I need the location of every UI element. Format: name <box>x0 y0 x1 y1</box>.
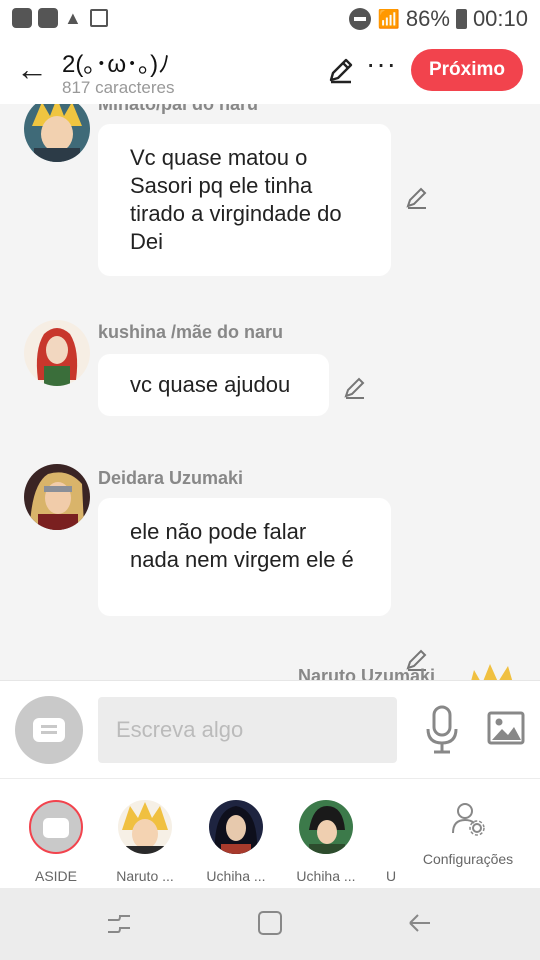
character-name: Minato/pai do naru <box>98 104 258 114</box>
character-label: Uchiha ... <box>296 868 356 884</box>
avatar[interactable] <box>24 104 90 162</box>
more-options-icon[interactable]: ··· <box>366 50 396 84</box>
character-option[interactable]: Uchiha ... <box>200 797 272 884</box>
character-option[interactable]: Naruto ... <box>109 797 181 884</box>
message-bubble[interactable]: ele não pode falar nada nem virgem ele é <box>98 498 391 616</box>
character-label: Naruto ... <box>116 868 174 884</box>
message-bubble[interactable]: Vc quase matou o Sasori pq ele tinha tir… <box>98 124 391 276</box>
character-option[interactable]: U <box>376 797 406 884</box>
battery-percent: 86% <box>405 6 450 31</box>
edit-pencil-icon[interactable] <box>326 55 356 85</box>
message-input[interactable] <box>98 697 397 763</box>
image-icon[interactable] <box>487 711 525 745</box>
avatar <box>118 800 172 854</box>
app-notification-icon <box>12 8 32 28</box>
settings-label: Configurações <box>422 851 514 867</box>
clock: 00:10 <box>472 6 528 31</box>
character-name: Deidara Uzumaki <box>98 468 244 488</box>
avatar[interactable] <box>24 464 90 530</box>
chat-bubble-icon <box>43 818 69 838</box>
avatar <box>209 800 263 854</box>
status-bar: ▲ 📶 86% 00:10 <box>0 0 540 38</box>
character-name: Naruto Uzumaki <box>298 666 436 680</box>
edit-pencil-icon[interactable] <box>342 374 368 400</box>
character-label: Uchiha ... <box>206 868 266 884</box>
chat-bubble-icon <box>33 718 65 742</box>
do-not-disturb-icon <box>349 8 372 30</box>
back-arrow-icon[interactable]: ← <box>14 52 50 88</box>
aside-avatar <box>29 800 83 854</box>
header: ← 2(｡･ω･｡)ﾉ 817 caracteres ··· Próximo <box>0 38 540 104</box>
next-button[interactable]: Próximo <box>411 49 523 91</box>
battery-icon <box>455 9 467 29</box>
edit-pencil-icon[interactable] <box>404 184 430 210</box>
character-name: kushina /mãe do naru <box>98 322 284 342</box>
back-icon[interactable] <box>406 908 436 938</box>
recent-apps-icon[interactable] <box>104 908 134 938</box>
avatar[interactable] <box>24 320 90 386</box>
warning-icon: ▲ <box>64 8 82 28</box>
user-settings-icon <box>452 803 485 836</box>
settings-button[interactable]: Configurações <box>418 801 518 867</box>
composer <box>0 680 540 778</box>
home-icon[interactable] <box>255 908 285 938</box>
character-label: ASIDE <box>34 868 77 884</box>
character-count: 817 caracteres <box>62 78 175 97</box>
wifi-signal-icon: 📶 <box>377 8 400 29</box>
character-option[interactable]: Uchiha ... <box>290 797 362 884</box>
message-bubble[interactable]: vc quase ajudou <box>98 354 329 416</box>
aside-toggle-button[interactable] <box>15 696 83 764</box>
character-option-aside[interactable]: ASIDE <box>20 797 92 884</box>
avatar <box>299 800 353 854</box>
image-notification-icon <box>90 9 108 27</box>
microphone-icon[interactable] <box>424 705 460 755</box>
app-notification-icon <box>38 8 58 28</box>
page-title: 2(｡･ω･｡)ﾉ <box>62 51 171 78</box>
system-nav-bar <box>0 888 540 960</box>
character-selector: ASIDE Naruto ... Uchiha ... Uchiha ... U… <box>0 778 540 888</box>
chat-area[interactable]: Minato/pai do naru Vc quase matou o Saso… <box>0 104 540 680</box>
character-label: U <box>386 868 397 884</box>
avatar[interactable] <box>460 660 526 680</box>
